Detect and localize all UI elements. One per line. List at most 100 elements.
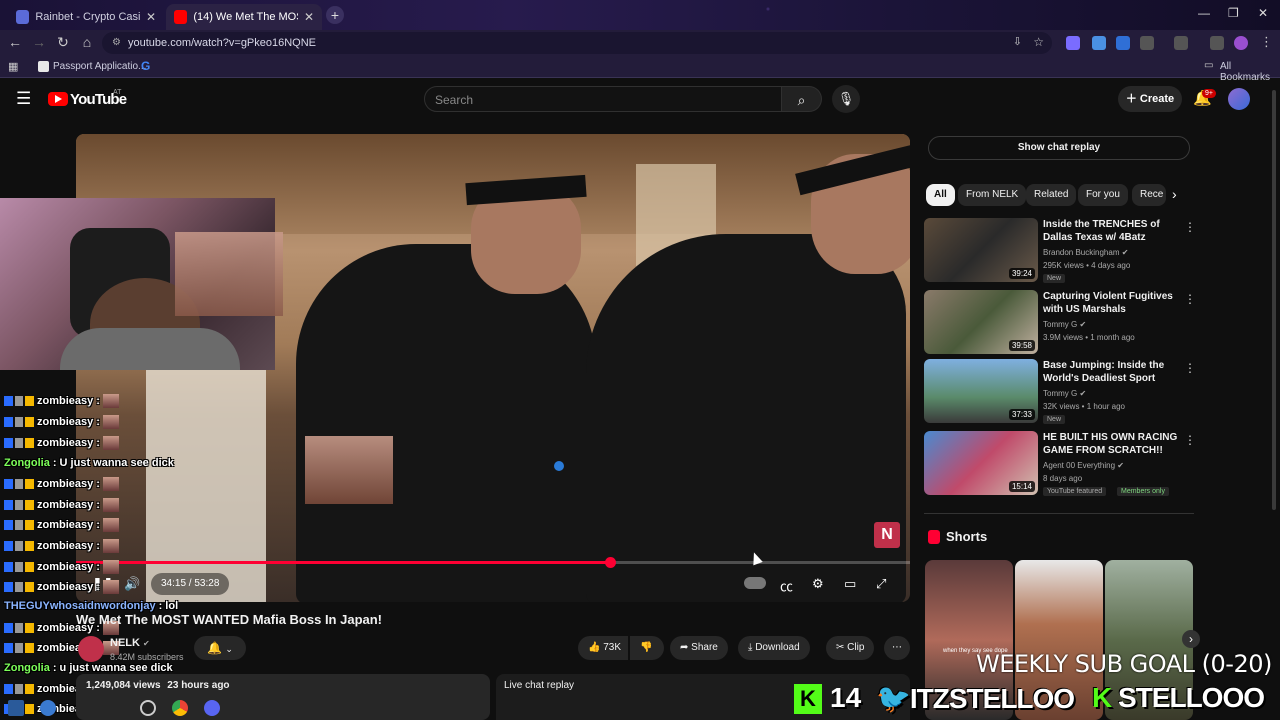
chat-badges-icon [4,684,34,694]
rec-title[interactable]: HE BUILT HIS OWN RACING GAME FROM SCRATC… [1043,431,1181,457]
home-icon[interactable]: ⌂ [78,34,96,50]
create-button[interactable]: ＋ Create [1118,86,1182,112]
windows-start-icon[interactable] [8,700,24,716]
maximize-icon[interactable]: ❐ [1228,6,1239,20]
back-icon[interactable]: ← [6,34,24,50]
fullscreen-icon[interactable]: ⤢ [876,576,886,592]
subscribed-bell-button[interactable]: 🔔 ⌄ [194,636,246,660]
search-icon[interactable]: ⌕ [782,86,822,112]
rec-title[interactable]: Inside the TRENCHES of Dallas Texas w/ 4… [1043,218,1181,244]
chat-message: zombieasy: [4,498,119,512]
rec-title[interactable]: Capturing Violent Fugitives with US Mars… [1043,290,1181,316]
thumbnail[interactable]: 39:24 [924,218,1038,282]
chat-badges-icon [4,417,34,427]
chip-all[interactable]: All [926,184,955,206]
chip-recent[interactable]: Rece [1132,184,1166,206]
account-avatar[interactable] [1228,88,1250,110]
page-scrollbar[interactable] [1272,90,1276,510]
taskbar-app-icon[interactable] [40,700,56,716]
chip-related[interactable]: Related [1026,184,1077,206]
recommendation-item[interactable]: 37:33 Base Jumping: Inside the World's D… [924,359,1196,425]
hamburger-menu-icon[interactable]: ☰ [16,89,31,109]
bookmark-star-icon[interactable]: ☆ [1033,35,1044,49]
chat-message: zombieasy: [4,436,119,450]
kebab-menu-icon[interactable]: ⋮ [1184,220,1196,234]
progress-bar[interactable] [76,561,910,564]
like-button[interactable]: 👍 73K [578,636,628,660]
youtube-logo-icon[interactable] [48,92,68,106]
thumbnail[interactable]: 15:14 [924,431,1038,495]
chat-emote-icon [102,415,119,429]
chrome-icon[interactable] [172,700,188,716]
kebab-menu-icon[interactable]: ⋮ [1184,292,1196,306]
share-button[interactable]: ➦ Share [670,636,728,660]
progress-scrubber[interactable] [604,557,616,568]
clip-button[interactable]: ✂ Clip [826,636,875,660]
share-label: Share [691,642,718,653]
extension-icon[interactable] [1066,36,1080,50]
minimize-icon[interactable]: — [1198,6,1210,20]
sub-count: 14 [830,682,862,713]
profile-avatar-icon[interactable] [1234,36,1248,50]
rec-channel[interactable]: Agent 00 Everything ✔ [1043,461,1124,470]
chip-for-you[interactable]: For you [1078,184,1128,206]
chat-username: zombieasy [37,540,94,552]
show-chat-replay-button[interactable]: Show chat replay [928,136,1190,160]
thumbnail[interactable]: 39:58 [924,290,1038,354]
tab-rainbet[interactable]: Rainbet - Crypto Casino & Spo ✕ [8,4,164,30]
weekly-sub-goal: WEEKLY SUB GOAL (0-20) [976,650,1272,678]
chevron-right-icon[interactable]: › [1182,630,1200,648]
window-close-icon[interactable]: ✕ [1258,6,1268,20]
rec-channel[interactable]: Tommy G ✔ [1043,320,1086,329]
dislike-button[interactable]: 👎 [630,636,664,660]
install-app-icon[interactable]: ⇩ [1013,35,1022,48]
description-box[interactable]: 1,249,084 views 23 hours ago [76,674,490,720]
close-icon[interactable]: ✕ [146,10,156,24]
theater-mode-icon[interactable]: ▭ [844,576,856,592]
channel-avatar[interactable] [78,636,104,662]
google-icon[interactable]: G [141,59,150,73]
rec-channel[interactable]: Brandon Buckingham ✔ [1043,248,1128,257]
chip-from-nelk[interactable]: From NELK [958,184,1027,206]
recommendation-item[interactable]: 15:14 HE BUILT HIS OWN RACING GAME FROM … [924,431,1196,497]
tab-youtube[interactable]: (14) We Met The MOST W... ✕ [166,4,322,30]
close-icon[interactable]: ✕ [304,10,314,24]
site-info-icon[interactable]: ⚙ [112,37,121,48]
settings-gear-icon[interactable]: ⚙ [812,576,824,592]
recommendation-item[interactable]: 39:24 Inside the TRENCHES of Dallas Texa… [924,218,1196,284]
kick-logo-icon: K [794,684,822,714]
channel-name[interactable]: NELK ✔ [110,637,150,649]
url-bar[interactable]: ⚙ youtube.com/watch?v=gPkeo16NQNE ☆ ⇩ [102,32,1052,54]
media-icon[interactable] [1210,36,1224,50]
apps-grid-icon[interactable]: ▦ [8,60,18,73]
forward-icon[interactable]: → [30,34,48,50]
sidepanel-icon[interactable] [1174,36,1188,50]
reload-icon[interactable]: ↻ [54,34,72,51]
thumbnail[interactable]: 37:33 [924,359,1038,423]
kebab-menu-icon[interactable]: ⋮ [1260,34,1273,50]
shield-icon[interactable] [1116,36,1130,50]
obs-icon[interactable] [140,700,156,716]
extensions-puzzle-icon[interactable] [1140,36,1154,50]
search-input[interactable]: Search [424,86,782,112]
extension-icon[interactable] [1092,36,1106,50]
captions-icon[interactable]: ㏄ [780,576,793,595]
microphone-icon[interactable]: 🎙 [832,85,860,113]
new-tab-button[interactable]: + [326,6,344,24]
more-actions-button[interactable]: ⋯ [884,636,910,660]
autoplay-toggle[interactable] [744,577,766,589]
channel-watermark[interactable]: N [874,522,900,548]
bookmark-passport[interactable]: Passport Applicatio... [53,61,146,72]
discord-icon[interactable] [204,700,220,716]
chevron-right-icon[interactable]: › [1172,186,1177,202]
chat-badges-icon [4,582,34,592]
kebab-menu-icon[interactable]: ⋮ [1184,433,1196,447]
volume-icon[interactable]: 🔊 [124,576,140,592]
rec-title[interactable]: Base Jumping: Inside the World's Deadlie… [1043,359,1181,385]
recommendation-item[interactable]: 39:58 Capturing Violent Fugitives with U… [924,290,1196,356]
chat-username: Zongolia [4,662,50,674]
download-button[interactable]: ⤓ Download [738,636,810,660]
rec-channel[interactable]: Tommy G ✔ [1043,389,1086,398]
rec-meta: 32K views • 1 hour ago [1043,402,1125,411]
kebab-menu-icon[interactable]: ⋮ [1184,361,1196,375]
